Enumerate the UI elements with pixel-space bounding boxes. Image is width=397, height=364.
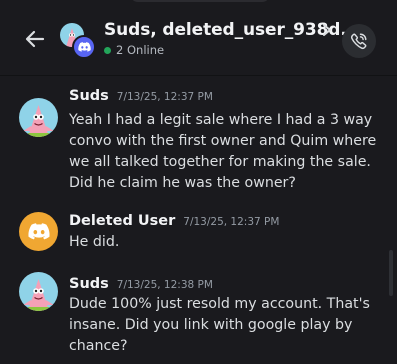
online-status: 2 Online — [104, 43, 164, 57]
channel-header: Suds, deleted_user_938d... 2 Online — [0, 0, 397, 76]
status-bar-notch — [130, 0, 270, 2]
author-name[interactable]: Suds — [69, 276, 109, 292]
message-header: Suds 7/13/25, 12:37 PM — [69, 88, 213, 104]
patrick-avatar[interactable] — [19, 272, 58, 311]
timestamp: 7/13/25, 12:37 PM — [183, 216, 280, 228]
timestamp: 7/13/25, 12:38 PM — [116, 279, 213, 291]
author-name[interactable]: Suds — [69, 88, 109, 104]
arrow-left-icon — [25, 30, 45, 48]
scrollbar[interactable] — [389, 250, 393, 296]
message-content: Dude 100% just resold my account. That's… — [69, 296, 370, 354]
discord-default-avatar[interactable] — [19, 212, 58, 251]
group-avatar[interactable] — [60, 23, 96, 59]
header-divider — [0, 75, 397, 76]
back-button[interactable] — [22, 26, 48, 52]
dm-screen: Suds, deleted_user_938d... 2 Online Suds… — [0, 0, 397, 364]
message-content: He did. — [69, 234, 120, 250]
author-name[interactable]: Deleted User — [69, 213, 175, 229]
message-header: Suds 7/13/25, 12:38 PM — [69, 276, 213, 292]
message-header: Deleted User 7/13/25, 12:37 PM — [69, 213, 279, 229]
call-button[interactable] — [342, 24, 376, 58]
online-count: 2 Online — [116, 43, 165, 57]
patrick-avatar[interactable] — [19, 98, 58, 137]
timestamp: 7/13/25, 12:37 PM — [116, 91, 213, 103]
discord-logo-icon — [27, 223, 50, 240]
online-dot-icon — [104, 46, 111, 54]
discord-logo-icon — [72, 35, 96, 59]
phone-icon — [350, 33, 367, 50]
chevron-right-icon[interactable] — [320, 22, 334, 38]
message-content: Yeah I had a legit sale where I had a 3 … — [69, 112, 377, 191]
